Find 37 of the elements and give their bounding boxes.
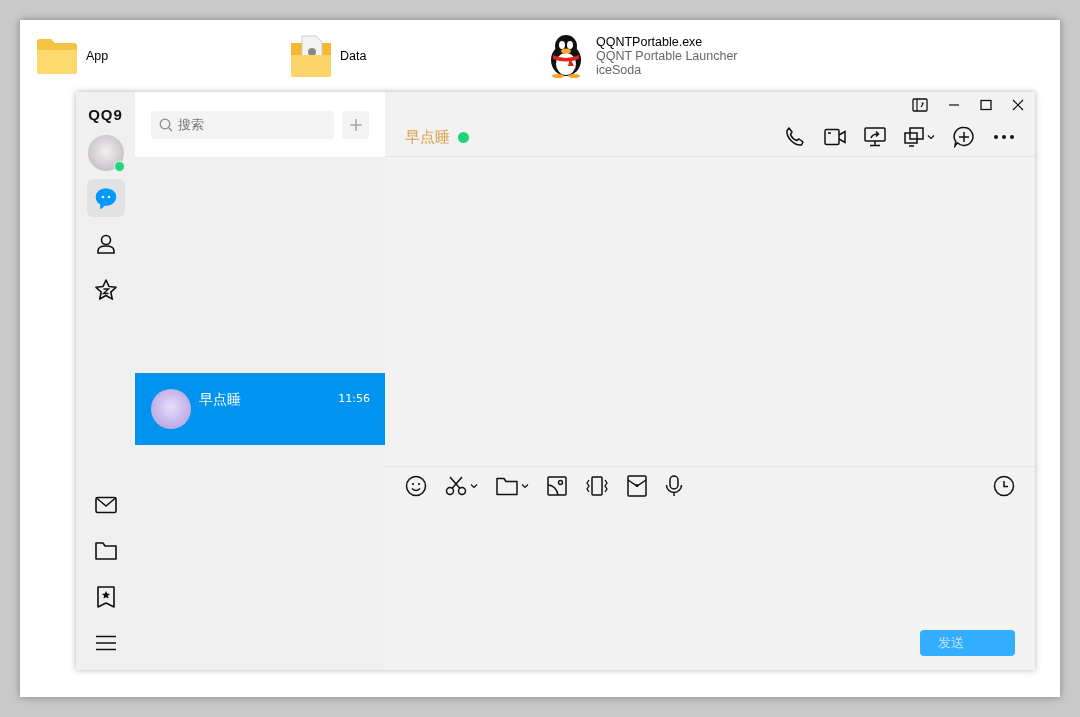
- add-chat-icon[interactable]: [953, 126, 975, 148]
- file-name[interactable]: Data: [340, 49, 367, 63]
- caret-icon[interactable]: [927, 134, 935, 140]
- video-camera-icon[interactable]: [824, 128, 846, 146]
- maximize-icon[interactable]: [980, 99, 992, 111]
- contact-avatar: [151, 389, 191, 429]
- caret-icon[interactable]: [521, 483, 529, 489]
- penguin-icon[interactable]: [548, 34, 584, 78]
- history-clock-icon[interactable]: [993, 475, 1015, 497]
- microphone-icon[interactable]: [665, 475, 683, 497]
- search-icon: [159, 117, 173, 132]
- chat-title: 早点睡: [405, 127, 450, 147]
- sidebar-toggle-icon[interactable]: [912, 98, 928, 112]
- folder-icon[interactable]: [496, 476, 518, 496]
- file-name[interactable]: App: [86, 49, 109, 63]
- screen-capture-icon[interactable]: [904, 127, 924, 147]
- caret-icon[interactable]: [470, 483, 478, 489]
- chats-tab[interactable]: [86, 179, 125, 217]
- message-time: 11:56: [338, 392, 370, 405]
- app-logo: QQ9: [88, 106, 123, 123]
- screen-share-icon[interactable]: [864, 127, 886, 147]
- emoji-icon[interactable]: [405, 475, 427, 497]
- envelope-icon[interactable]: [627, 475, 647, 497]
- image-icon[interactable]: [547, 476, 567, 496]
- person-icon[interactable]: [94, 233, 117, 255]
- vibrate-phone-icon[interactable]: [585, 476, 609, 496]
- more-icon[interactable]: [993, 134, 1015, 140]
- scissors-icon[interactable]: [445, 476, 467, 496]
- close-icon[interactable]: [1012, 99, 1024, 111]
- file-name[interactable]: QQNTPortable.exe: [596, 35, 738, 49]
- file-publisher: iceSoda: [596, 63, 643, 77]
- search-field[interactable]: 搜索: [151, 110, 334, 139]
- contact-name: 早点睡: [199, 391, 242, 409]
- star-icon[interactable]: [93, 278, 118, 302]
- file-description: QQNT Portable Launcher: [596, 49, 738, 63]
- document-folder-icon[interactable]: [290, 35, 332, 77]
- phone-icon[interactable]: [784, 126, 806, 148]
